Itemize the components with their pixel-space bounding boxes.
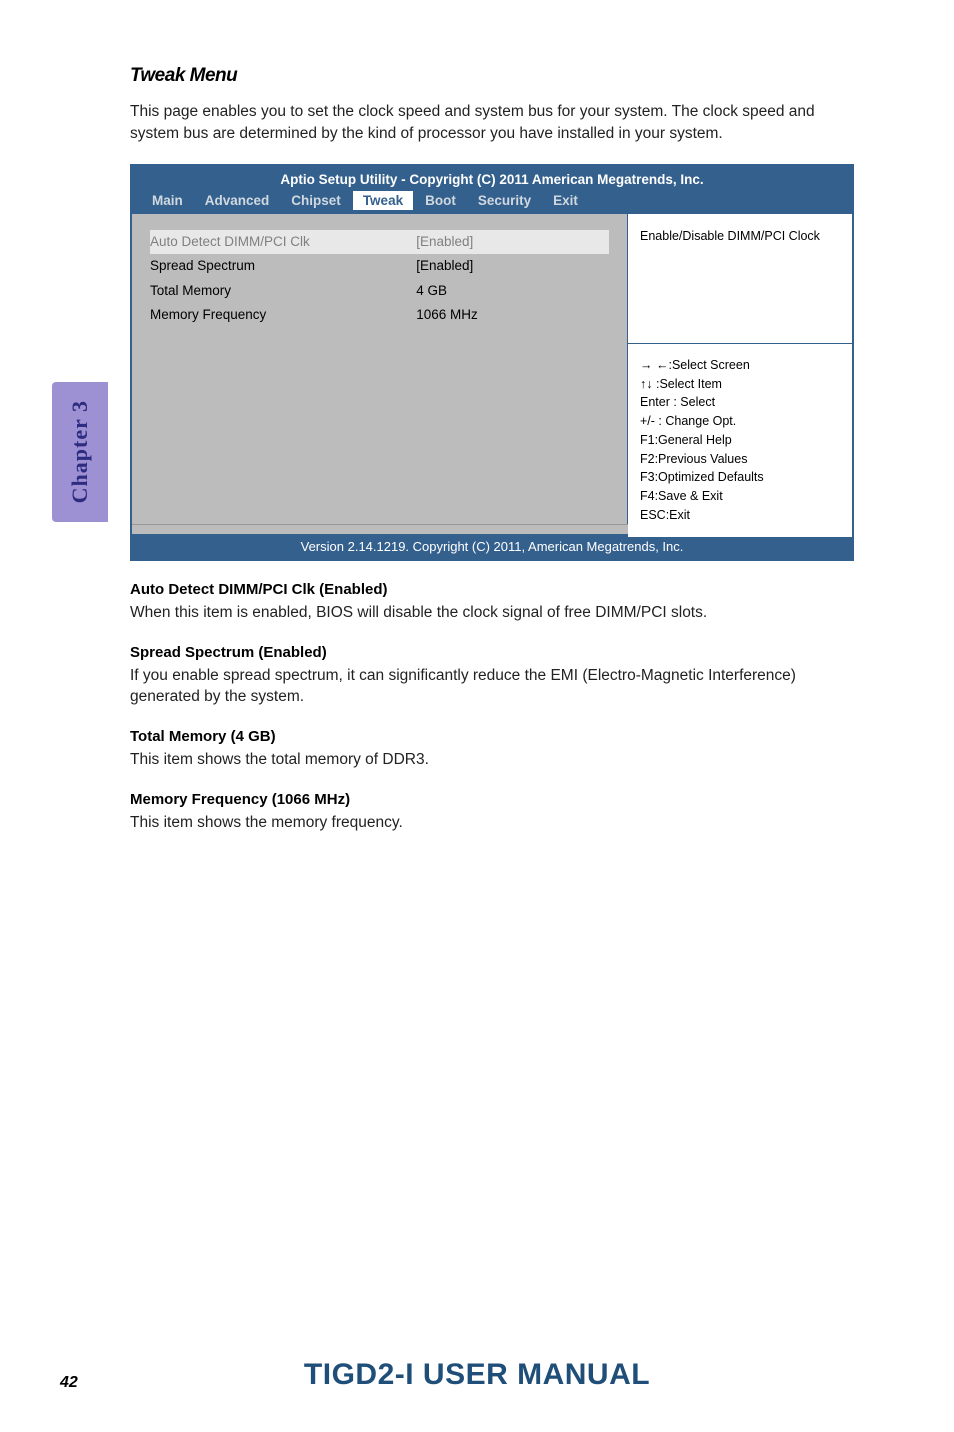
bios-tab-row: MainAdvancedChipsetTweakBootSecurityExit [142, 191, 842, 210]
item-body: This item shows the memory frequency. [130, 812, 854, 834]
bios-header: Aptio Setup Utility - Copyright (C) 2011… [132, 166, 852, 214]
bios-screenshot: Aptio Setup Utility - Copyright (C) 2011… [130, 164, 854, 561]
bios-tab-advanced: Advanced [195, 191, 280, 210]
bios-help-description: Enable/Disable DIMM/PCI Clock [628, 214, 852, 344]
bios-row-label: Memory Frequency [150, 303, 416, 327]
bios-key-legend: → ←:Select Screen↑↓ :Select ItemEnter : … [628, 344, 852, 537]
bios-row: Spread Spectrum[Enabled] [150, 254, 609, 278]
chapter-side-tab: Chapter 3 [52, 382, 108, 522]
bios-row-label: Spread Spectrum [150, 254, 416, 278]
bios-title: Aptio Setup Utility - Copyright (C) 2011… [142, 172, 842, 187]
bios-row-value: 4 GB [416, 279, 609, 303]
bios-row-value: [Enabled] [416, 230, 609, 254]
bios-key-line: F3:Optimized Defaults [640, 468, 840, 487]
bios-row-label: Auto Detect DIMM/PCI Clk [150, 230, 416, 254]
bios-tab-tweak: Tweak [353, 191, 413, 210]
intro-paragraph: This page enables you to set the clock s… [130, 101, 854, 146]
item-body: When this item is enabled, BIOS will dis… [130, 602, 854, 624]
item-heading: Auto Detect DIMM/PCI Clk (Enabled) [130, 581, 854, 598]
bios-row-label: Total Memory [150, 279, 416, 303]
bios-settings-table: Auto Detect DIMM/PCI Clk[Enabled]Spread … [150, 230, 609, 326]
bios-key-line: +/- : Change Opt. [640, 412, 840, 431]
bios-row: Auto Detect DIMM/PCI Clk[Enabled] [150, 230, 609, 254]
bios-key-line: F4:Save & Exit [640, 487, 840, 506]
page-number: 42 [60, 1374, 78, 1392]
item-body: If you enable spread spectrum, it can si… [130, 665, 854, 708]
bios-body: Auto Detect DIMM/PCI Clk[Enabled]Spread … [132, 214, 852, 524]
bios-key-line: ESC:Exit [640, 506, 840, 525]
item-heading: Memory Frequency (1066 MHz) [130, 791, 854, 808]
item-heading: Total Memory (4 GB) [130, 728, 854, 745]
bios-row-value: 1066 MHz [416, 303, 609, 327]
bios-tab-chipset: Chipset [281, 191, 351, 210]
bios-key-line: Enter : Select [640, 393, 840, 412]
bios-help-panel: Enable/Disable DIMM/PCI Clock → ←:Select… [627, 214, 852, 524]
bios-tab-boot: Boot [415, 191, 466, 210]
bios-key-line: ↑↓ :Select Item [640, 375, 840, 394]
page-footer: TIGD2-I USER MANUAL [0, 1358, 954, 1392]
bios-key-line: F1:General Help [640, 431, 840, 450]
bios-tab-main: Main [142, 191, 193, 210]
item-heading: Spread Spectrum (Enabled) [130, 644, 854, 661]
bios-key-line: F2:Previous Values [640, 450, 840, 469]
bios-tab-security: Security [468, 191, 541, 210]
bios-row: Total Memory4 GB [150, 279, 609, 303]
bios-row: Memory Frequency1066 MHz [150, 303, 609, 327]
bios-footer: Version 2.14.1219. Copyright (C) 2011, A… [132, 534, 852, 559]
bios-key-line: → ←:Select Screen [640, 356, 840, 375]
bios-tab-exit: Exit [543, 191, 588, 210]
chapter-side-label: Chapter 3 [67, 400, 93, 503]
bios-row-value: [Enabled] [416, 254, 609, 278]
manual-title: TIGD2-I USER MANUAL [0, 1358, 954, 1392]
section-title: Tweak Menu [130, 65, 854, 87]
item-body: This item shows the total memory of DDR3… [130, 749, 854, 771]
bios-settings-panel: Auto Detect DIMM/PCI Clk[Enabled]Spread … [132, 214, 627, 524]
